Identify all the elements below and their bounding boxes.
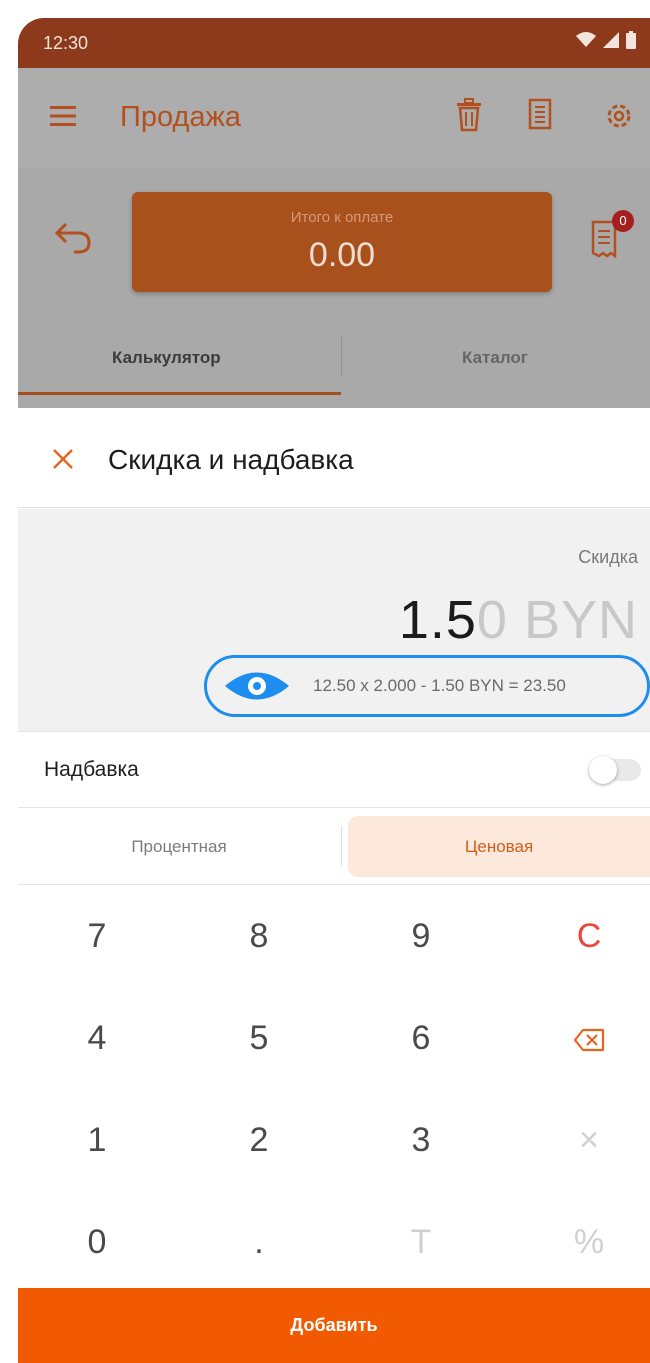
tab-indicator: [18, 392, 341, 395]
mode-price[interactable]: Ценовая: [348, 816, 650, 877]
key-5[interactable]: 5: [180, 987, 338, 1089]
wifi-icon: [576, 32, 596, 47]
menu-icon[interactable]: [50, 106, 76, 126]
receipt-badge: 0: [612, 210, 634, 232]
formula-text: 12.50 x 2.000 - 1.50 BYN = 23.50: [313, 676, 566, 695]
receipt-button[interactable]: 0: [590, 210, 634, 263]
add-button[interactable]: Добавить: [18, 1288, 650, 1363]
keypad: 7 8 9 C 4 5 6 1 2 3 × 0 . T %: [18, 885, 650, 1293]
page-title: Продажа: [120, 101, 242, 133]
toggle-knob: [589, 756, 617, 784]
gear-icon[interactable]: [604, 101, 634, 131]
signal-icon: [603, 32, 619, 48]
amount-ghost: 0 BYN: [476, 590, 638, 650]
document-icon[interactable]: [528, 98, 552, 130]
discount-sheet: Скидка и надбавка Скидка 1.50 BYN 12.50 …: [18, 408, 650, 1363]
status-time: 12:30: [43, 33, 89, 53]
formula-highlight: 12.50 x 2.000 - 1.50 BYN = 23.50: [204, 655, 650, 717]
mode-percent[interactable]: Процентная: [18, 808, 340, 885]
key-7[interactable]: 7: [18, 885, 176, 987]
trash-icon[interactable]: [456, 98, 482, 132]
total-value: 0.00: [308, 236, 376, 274]
amount-display: Скидка 1.50 BYN 12.50 x 2.000 - 1.50 BYN…: [18, 509, 650, 731]
sheet-header: Скидка и надбавка: [18, 408, 650, 508]
tab-catalog[interactable]: Каталог: [462, 348, 528, 368]
key-3[interactable]: 3: [342, 1089, 500, 1191]
sheet-title: Скидка и надбавка: [108, 444, 354, 475]
close-icon[interactable]: [52, 448, 74, 470]
key-9[interactable]: 9: [342, 885, 500, 987]
eye-icon[interactable]: [221, 669, 293, 703]
key-decimal[interactable]: .: [180, 1191, 338, 1293]
key-t[interactable]: T: [342, 1191, 500, 1293]
status-icons: [576, 31, 636, 49]
amount-value: 1.50 BYN: [399, 589, 638, 651]
total-card[interactable]: Итого к оплате 0.00: [132, 192, 552, 292]
key-1[interactable]: 1: [18, 1089, 176, 1191]
dimmed-app-background: Продажа Итого к оплате 0.00 0 Калькулято…: [18, 68, 650, 408]
status-bar: 12:30: [18, 18, 650, 68]
total-label: Итого к оплате: [290, 209, 394, 226]
markup-toggle[interactable]: [589, 756, 641, 784]
phone-screen: 12:30 Продажа Итого к оплате 0.00 0 Каль…: [18, 18, 650, 1363]
markup-label: Надбавка: [44, 758, 139, 781]
key-2[interactable]: 2: [180, 1089, 338, 1191]
key-6[interactable]: 6: [342, 987, 500, 1089]
key-clear[interactable]: C: [510, 885, 650, 987]
tabs: Калькулятор Каталог: [18, 318, 650, 408]
markup-row: Надбавка: [18, 731, 650, 808]
undo-icon[interactable]: [54, 220, 92, 254]
key-multiply[interactable]: ×: [510, 1089, 650, 1191]
tab-divider: [341, 336, 342, 376]
amount-typed: 1.5: [398, 590, 477, 650]
battery-icon: [626, 31, 636, 49]
key-backspace[interactable]: [510, 987, 650, 1089]
total-row: Итого к оплате 0.00 0: [18, 168, 650, 318]
key-8[interactable]: 8: [180, 885, 338, 987]
key-4[interactable]: 4: [18, 987, 176, 1089]
app-bar: Продажа: [18, 68, 650, 168]
tab-calculator[interactable]: Калькулятор: [112, 348, 221, 368]
display-type-label: Скидка: [578, 547, 638, 567]
backspace-icon: [573, 1028, 605, 1052]
key-0[interactable]: 0: [18, 1191, 176, 1293]
mode-selector: Процентная Ценовая: [18, 808, 650, 885]
key-percent[interactable]: %: [510, 1191, 650, 1293]
mode-divider: [341, 826, 342, 866]
